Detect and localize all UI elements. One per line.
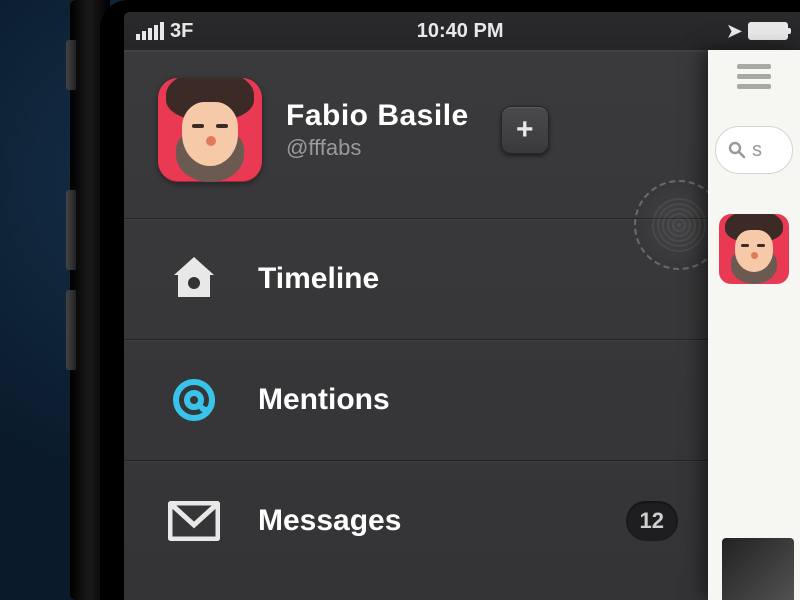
- battery-icon: [748, 22, 788, 40]
- plus-icon: +: [516, 113, 534, 147]
- avatar[interactable]: [158, 78, 262, 182]
- hamburger-icon[interactable]: [737, 64, 771, 94]
- clock: 10:40 PM: [417, 20, 504, 43]
- search-placeholder: s: [752, 139, 762, 162]
- navigation-drawer: Fabio Basile @fffabs + Tim: [124, 50, 708, 600]
- feed-photo[interactable]: [722, 538, 794, 600]
- location-icon: ➤: [727, 21, 742, 42]
- menu-label: Messages: [258, 504, 401, 538]
- status-bar: 3F 10:40 PM ➤: [124, 12, 800, 50]
- profile-header[interactable]: Fabio Basile @fffabs +: [124, 50, 708, 218]
- search-icon: [728, 141, 746, 159]
- profile-handle: @fffabs: [286, 135, 469, 161]
- phone-volume-down: [66, 290, 76, 370]
- signal-icon: [136, 22, 164, 40]
- screen: 3F 10:40 PM ➤ Fabio Basile @fffa: [124, 12, 800, 600]
- main-panel-sliver[interactable]: s: [708, 50, 800, 600]
- compose-button[interactable]: +: [501, 106, 549, 154]
- menu-item-messages[interactable]: Messages 12: [124, 460, 708, 581]
- phone-volume-up: [66, 190, 76, 270]
- menu-label: Mentions: [258, 383, 390, 417]
- menu-label: Timeline: [258, 262, 379, 296]
- envelope-icon: [166, 493, 222, 549]
- birdhouse-icon: [166, 251, 222, 307]
- at-icon: [166, 372, 222, 428]
- profile-name: Fabio Basile: [286, 99, 469, 133]
- menu-item-mentions[interactable]: Mentions: [124, 339, 708, 460]
- feed-avatar[interactable]: [719, 214, 789, 284]
- menu-item-timeline[interactable]: Timeline: [124, 218, 708, 339]
- phone-side-button: [66, 40, 76, 90]
- carrier-label: 3F: [170, 20, 193, 43]
- phone-frame: 3F 10:40 PM ➤ Fabio Basile @fffa: [100, 0, 800, 600]
- search-input[interactable]: s: [715, 126, 793, 174]
- unread-badge: 12: [626, 501, 678, 541]
